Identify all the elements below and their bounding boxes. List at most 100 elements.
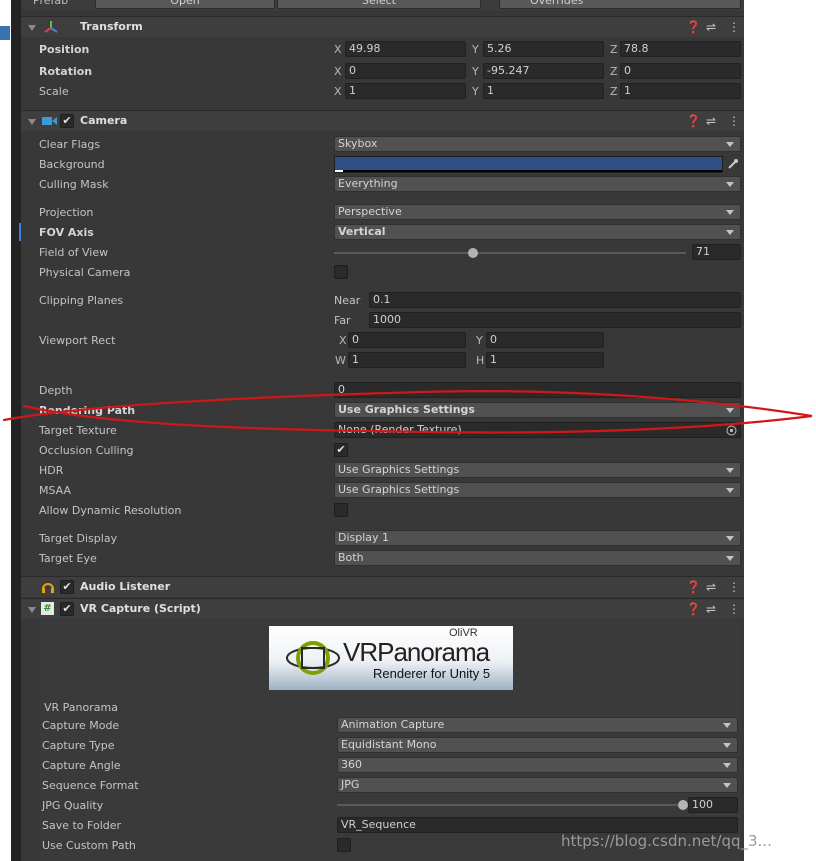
use-custom-path-checkbox[interactable] — [337, 838, 351, 852]
position-x-field[interactable]: 49.98 — [345, 41, 466, 57]
projection-dropdown[interactable]: Perspective — [334, 204, 741, 220]
hdr-value: Use Graphics Settings — [338, 463, 460, 476]
position-z-field[interactable]: 78.8 — [620, 41, 741, 57]
field-of-view-slider-knob[interactable] — [468, 248, 479, 258]
capture-angle-value: 360 — [341, 758, 362, 771]
target-display-dropdown[interactable]: Display 1 — [334, 530, 741, 546]
viewport-y-field[interactable]: 0 — [486, 332, 604, 348]
jpg-quality-field[interactable]: 100 — [688, 797, 738, 813]
far-field[interactable]: 1000 — [369, 312, 741, 328]
rotation-y-field[interactable]: -95.247 — [483, 63, 604, 79]
hdr-label: HDR — [39, 464, 64, 477]
allow-dynamic-resolution-checkbox[interactable] — [334, 503, 348, 517]
scale-x-axis[interactable]: X — [334, 85, 342, 99]
scale-label: Scale — [39, 85, 69, 98]
hdr-dropdown[interactable]: Use Graphics Settings — [334, 462, 741, 478]
help-icon[interactable]: ❓ — [686, 580, 701, 594]
capture-angle-dropdown[interactable]: 360 — [337, 757, 738, 773]
scale-x-field[interactable]: 1 — [345, 83, 466, 99]
vr-capture-enabled-checkbox[interactable]: ✔ — [60, 602, 74, 616]
rotation-x-field[interactable]: 0 — [345, 63, 466, 79]
capture-type-value: Equidistant Mono — [341, 738, 437, 751]
viewport-x-field[interactable]: 0 — [348, 332, 466, 348]
msaa-value: Use Graphics Settings — [338, 483, 460, 496]
occlusion-culling-checkbox[interactable]: ✔ — [334, 443, 348, 457]
field-of-view-slider-track[interactable] — [334, 252, 686, 254]
physical-camera-checkbox[interactable] — [334, 265, 348, 279]
viewport-h-field[interactable]: 1 — [486, 352, 604, 368]
camera-enabled-checkbox[interactable]: ✔ — [60, 114, 74, 128]
viewport-y-axis[interactable]: Y — [476, 334, 483, 348]
foldout-arrow-icon[interactable] — [28, 607, 36, 613]
chevron-down-icon — [723, 723, 731, 728]
help-icon[interactable]: ❓ — [686, 114, 701, 128]
target-texture-field[interactable]: None (Render Texture) — [334, 422, 741, 438]
rotation-z-axis[interactable]: Z — [610, 65, 618, 79]
position-z-axis[interactable]: Z — [610, 43, 618, 57]
field-of-view-label: Field of View — [39, 246, 109, 259]
save-to-folder-label: Save to Folder — [42, 819, 122, 832]
component-menu-icon[interactable]: ⋮ — [728, 602, 740, 616]
scale-y-axis[interactable]: Y — [472, 85, 479, 99]
msaa-dropdown[interactable]: Use Graphics Settings — [334, 482, 741, 498]
position-x-axis[interactable]: X — [334, 43, 342, 57]
prefab-select-button[interactable]: Select — [277, 0, 481, 9]
scale-z-axis[interactable]: Z — [610, 85, 618, 99]
rotation-z-field[interactable]: 0 — [620, 63, 741, 79]
camera-header[interactable]: ✔ Camera ❓ ⇌ ⋮ — [21, 110, 745, 131]
prefab-open-button[interactable]: Open — [95, 0, 275, 9]
scale-z-field[interactable]: 1 — [620, 83, 741, 99]
transform-header[interactable]: Transform ❓ ⇌ ⋮ — [21, 16, 745, 37]
help-icon[interactable]: ❓ — [686, 602, 701, 616]
viewport-w-axis[interactable]: W — [335, 354, 346, 368]
component-menu-icon[interactable]: ⋮ — [728, 580, 740, 594]
eyedropper-icon[interactable] — [727, 158, 739, 170]
audio-listener-header[interactable]: ✔ Audio Listener ❓ ⇌ ⋮ — [21, 576, 745, 597]
target-display-label: Target Display — [39, 532, 118, 545]
target-eye-dropdown[interactable]: Both — [334, 550, 741, 566]
field-of-view-field[interactable]: 71 — [692, 244, 741, 260]
presets-icon[interactable]: ⇌ — [706, 20, 716, 34]
sequence-format-dropdown[interactable]: JPG — [337, 777, 738, 793]
near-field[interactable]: 0.1 — [369, 292, 741, 308]
jpg-quality-slider-knob[interactable] — [678, 800, 688, 810]
rotation-y-axis[interactable]: Y — [472, 65, 479, 79]
presets-icon[interactable]: ⇌ — [706, 580, 716, 594]
capture-type-dropdown[interactable]: Equidistant Mono — [337, 737, 738, 753]
help-icon[interactable]: ❓ — [686, 20, 701, 34]
position-y-field[interactable]: 5.26 — [483, 41, 604, 57]
chevron-down-icon — [726, 210, 734, 215]
clear-flags-dropdown[interactable]: Skybox — [334, 136, 741, 152]
capture-mode-dropdown[interactable]: Animation Capture — [337, 717, 738, 733]
near-label: Near — [334, 294, 361, 307]
dock-selection-tab[interactable] — [0, 26, 10, 40]
component-menu-icon[interactable]: ⋮ — [728, 20, 740, 34]
capture-mode-label: Capture Mode — [42, 719, 120, 732]
presets-icon[interactable]: ⇌ — [706, 114, 716, 128]
scale-y-field[interactable]: 1 — [483, 83, 604, 99]
audio-listener-enabled-checkbox[interactable]: ✔ — [60, 580, 74, 594]
culling-mask-dropdown[interactable]: Everything — [334, 176, 741, 192]
fov-axis-dropdown[interactable]: Vertical — [334, 224, 741, 240]
rendering-path-dropdown[interactable]: Use Graphics Settings — [334, 402, 741, 418]
foldout-arrow-icon[interactable] — [28, 119, 36, 125]
presets-icon[interactable]: ⇌ — [706, 602, 716, 616]
save-to-folder-field[interactable]: VR_Sequence — [337, 817, 738, 833]
jpg-quality-slider-track[interactable] — [337, 804, 683, 806]
msaa-label: MSAA — [39, 484, 72, 497]
foldout-arrow-icon[interactable] — [28, 25, 36, 31]
component-menu-icon[interactable]: ⋮ — [728, 114, 740, 128]
capture-mode-value: Animation Capture — [341, 718, 445, 731]
viewport-w-field[interactable]: 1 — [348, 352, 466, 368]
viewport-h-axis[interactable]: H — [476, 354, 484, 368]
vr-capture-header[interactable]: # ✔ VR Capture (Script) ❓ ⇌ ⋮ — [21, 598, 745, 619]
background-color-field[interactable] — [334, 156, 723, 173]
chevron-down-icon — [726, 468, 734, 473]
depth-field[interactable]: 0 — [334, 382, 741, 398]
rotation-x-axis[interactable]: X — [334, 65, 342, 79]
viewport-x-axis[interactable]: X — [339, 334, 347, 348]
left-dock-strip — [11, 0, 21, 861]
prefab-overrides-dropdown[interactable]: Overrides — [499, 0, 741, 9]
object-picker-icon[interactable] — [726, 425, 737, 436]
position-y-axis[interactable]: Y — [472, 43, 479, 57]
